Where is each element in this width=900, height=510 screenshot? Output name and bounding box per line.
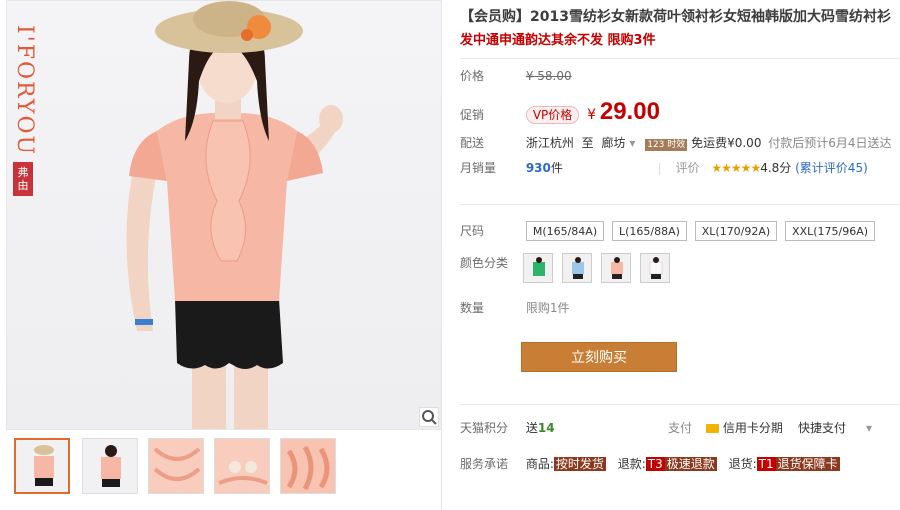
service-label: 服务承诺	[460, 457, 509, 471]
rating-score: 4.8分	[760, 161, 792, 175]
model-illustration	[126, 1, 343, 429]
service-return-tag[interactable]: 退货保障卡	[775, 457, 840, 471]
brand-logo-tag: 弗由	[13, 162, 33, 197]
delivery-to-word: 至	[581, 136, 594, 150]
size-option-l[interactable]: L(165/88A)	[611, 221, 687, 241]
quantity-row: 数量 限购1件	[460, 298, 569, 318]
size-label: 尺码	[460, 224, 485, 238]
thumbnail-4[interactable]	[214, 438, 270, 494]
delivery-label: 配送	[460, 136, 485, 150]
quick-pay-option[interactable]: 快捷支付	[798, 418, 846, 438]
credit-card-label: 信用卡分期	[722, 421, 783, 435]
promo-label: 促销	[460, 108, 485, 122]
points-pay-row: 天猫积分 送14 支付 信用卡分期 快捷支付 ▾	[460, 418, 900, 438]
size-option-xl[interactable]: XL(170/92A)	[694, 221, 778, 241]
sales-label: 月销量	[460, 161, 497, 175]
delivery-destination: 廊坊	[601, 136, 626, 150]
service-refund-label: 退款:	[617, 457, 646, 471]
quantity-label: 数量	[460, 301, 485, 315]
zoom-icon[interactable]	[419, 407, 439, 427]
points-value: 14	[537, 421, 555, 435]
size-option-m[interactable]: M(165/84A)	[525, 221, 605, 241]
thumbnail-1[interactable]	[14, 438, 70, 494]
column-divider	[441, 0, 442, 510]
thumbnail-strip	[14, 438, 442, 502]
color-option-green[interactable]	[523, 253, 553, 283]
current-price: 29.00	[599, 98, 660, 125]
payment-label: 支付	[668, 421, 693, 435]
brand-logo: I'FORYOU 弗由	[12, 25, 37, 197]
delivery-row: 配送 浙江杭州 至 廊坊 ▾ 123 时效 免运费¥0.00 付款后预计6月4日…	[460, 133, 892, 153]
quantity-limit: 限购1件	[525, 301, 570, 315]
rating-stars: ★★★★★	[711, 161, 761, 175]
product-gallery: I'FORYOU 弗由	[6, 0, 442, 510]
divider	[460, 404, 900, 405]
color-option-pink[interactable]	[601, 253, 631, 283]
delivery-origin: 浙江杭州	[525, 136, 574, 150]
original-price: ¥ 58.00	[525, 69, 572, 83]
vip-price-badge: VP价格	[525, 106, 580, 124]
delivery-estimate: 付款后预计6月4日送达	[768, 136, 892, 150]
sales-unit: 件	[550, 161, 563, 175]
service-return-code: T1	[756, 457, 776, 471]
thumbnail-5[interactable]	[280, 438, 336, 494]
product-title: 【会员购】2013雪纺衫女新款荷叶领衬衫女短袖韩版加大码雪纺衬衫	[460, 9, 891, 25]
delivery-time-tag: 123 时效	[645, 139, 688, 151]
service-refund-code: T3	[645, 457, 665, 471]
service-return-label: 退货:	[728, 457, 757, 471]
delivery-destination-select[interactable]: 廊坊 ▾	[602, 136, 636, 150]
main-product-image[interactable]: I'FORYOU 弗由	[6, 0, 442, 430]
color-label: 颜色分类	[460, 256, 509, 270]
price-row: 价格 ¥ 58.00	[460, 66, 572, 86]
separator	[658, 162, 660, 175]
service-goods-label: 商品:	[525, 457, 554, 471]
service-refund-tag[interactable]: 极速退款	[664, 457, 717, 471]
color-option-blue[interactable]	[562, 253, 592, 283]
delivery-fee: 免运费¥0.00	[691, 136, 762, 150]
points-give: 送	[525, 421, 538, 435]
size-row: 尺码 M(165/84A) L(165/88A) XL(170/92A) XXL…	[460, 220, 879, 242]
thumbnail-3[interactable]	[148, 438, 204, 494]
size-option-xxl[interactable]: XXL(175/96A)	[785, 221, 876, 241]
credit-card-icon	[706, 424, 719, 433]
buy-now-button[interactable]: 立刻购买	[521, 342, 677, 372]
brand-logo-text: I'FORYOU	[12, 25, 37, 157]
service-goods-tag[interactable]: 按时发货	[553, 457, 606, 471]
thumbnail-2[interactable]	[82, 438, 138, 494]
rating-label: 评价	[675, 161, 700, 175]
currency-symbol: ¥	[587, 107, 597, 123]
rating-count-link[interactable]: (累计评价45)	[795, 161, 868, 175]
divider	[460, 58, 900, 59]
color-row: 颜色分类	[460, 253, 900, 283]
promo-row: 促销 VP价格 ¥ 29.00	[460, 98, 660, 126]
chevron-down-icon[interactable]: ▾	[866, 418, 872, 438]
product-subtitle: 发中通申通韵达其余不发 限购3件	[460, 33, 656, 48]
price-label: 价格	[460, 69, 485, 83]
points-label: 天猫积分	[460, 421, 509, 435]
credit-card-option[interactable]: 信用卡分期	[706, 418, 783, 438]
product-info-panel: 【会员购】2013雪纺衫女新款荷叶领衬衫女短袖韩版加大码雪纺衬衫 发中通申通韵达…	[460, 0, 900, 510]
service-row: 服务承诺 商品: 按时发货 退款: T3 极速退款 退货: T1 退货保障卡	[460, 454, 900, 474]
sales-count: 930	[525, 161, 551, 175]
divider	[460, 204, 900, 205]
sales-row: 月销量 930件 评价 ★★★★★4.8分 (累计评价45)	[460, 158, 868, 178]
chevron-down-icon: ▾	[629, 136, 636, 150]
color-option-white[interactable]	[640, 253, 670, 283]
